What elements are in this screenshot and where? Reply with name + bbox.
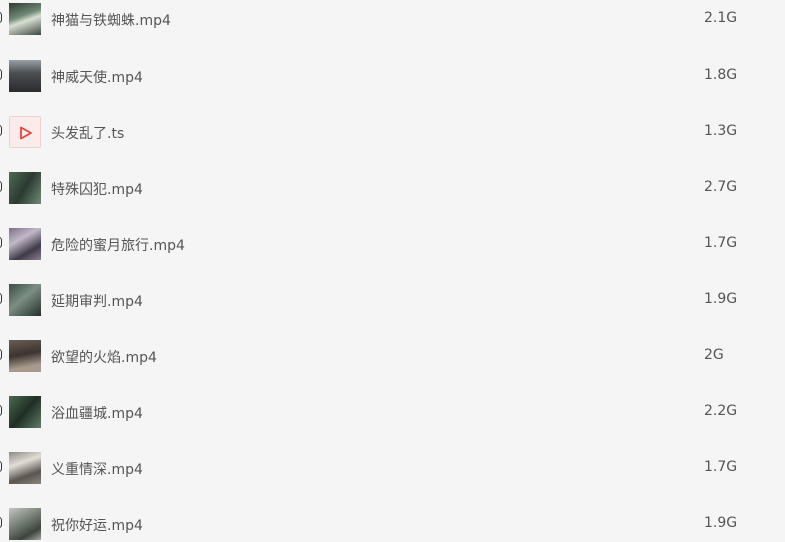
file-size: 1.9G	[704, 291, 738, 307]
video-thumbnail-icon	[9, 284, 41, 316]
file-row[interactable]: 义重情深.mp4 1.7G	[0, 449, 785, 505]
file-row[interactable]: 危险的蜜月旅行.mp4 1.7G	[0, 225, 785, 281]
file-row[interactable]: 欲望的火焰.mp4 2G	[0, 337, 785, 393]
file-row[interactable]: 延期审判.mp4 1.9G	[0, 281, 785, 337]
file-name[interactable]: 欲望的火焰.mp4	[51, 347, 157, 367]
video-thumbnail-icon	[9, 228, 41, 260]
file-size: 2.1G	[704, 10, 738, 26]
video-thumbnail-icon	[9, 452, 41, 484]
file-name[interactable]: 浴血疆城.mp4	[51, 403, 143, 423]
video-thumbnail-icon	[9, 396, 41, 428]
row-checkbox[interactable]	[0, 405, 2, 416]
row-checkbox[interactable]	[0, 349, 2, 360]
row-checkbox[interactable]	[0, 517, 2, 528]
file-name[interactable]: 神威天使.mp4	[51, 67, 143, 87]
file-size: 2.7G	[704, 179, 738, 195]
file-name[interactable]: 祝你好运.mp4	[51, 515, 143, 535]
file-size: 1.8G	[704, 67, 738, 83]
file-row[interactable]: 祝你好运.mp4 1.9G	[0, 505, 785, 542]
file-name[interactable]: 延期审判.mp4	[51, 291, 143, 311]
file-size: 1.9G	[704, 515, 738, 531]
video-thumbnail-icon	[9, 60, 41, 92]
file-row[interactable]: 浴血疆城.mp4 2.2G	[0, 393, 785, 449]
row-checkbox[interactable]	[0, 461, 2, 472]
row-checkbox[interactable]	[0, 69, 2, 80]
file-name[interactable]: 头发乱了.ts	[51, 123, 124, 143]
row-checkbox[interactable]	[0, 125, 2, 136]
video-thumbnail-icon	[9, 340, 41, 372]
play-file-icon	[9, 116, 41, 148]
row-checkbox[interactable]	[0, 181, 2, 192]
video-thumbnail-icon	[9, 508, 41, 540]
file-row[interactable]: 神猫与铁蜘蛛.mp4 2.1G	[0, 0, 785, 56]
row-checkbox[interactable]	[0, 12, 2, 23]
file-size: 2.2G	[704, 403, 738, 419]
file-name[interactable]: 神猫与铁蜘蛛.mp4	[51, 10, 171, 30]
file-name[interactable]: 危险的蜜月旅行.mp4	[51, 235, 185, 255]
file-size: 1.7G	[704, 235, 738, 251]
file-list: 神猫与铁蜘蛛.mp4 2.1G 神威天使.mp4 1.8G 头发乱了.ts 1.…	[0, 0, 785, 542]
play-triangle-icon	[20, 126, 32, 140]
video-thumbnail-icon	[9, 172, 41, 204]
file-row[interactable]: 特殊囚犯.mp4 2.7G	[0, 169, 785, 225]
row-checkbox[interactable]	[0, 237, 2, 248]
file-size: 2G	[704, 347, 724, 363]
file-size: 1.7G	[704, 459, 738, 475]
file-name[interactable]: 特殊囚犯.mp4	[51, 179, 143, 199]
row-checkbox[interactable]	[0, 293, 2, 304]
video-thumbnail-icon	[9, 3, 41, 35]
file-row[interactable]: 神威天使.mp4 1.8G	[0, 57, 785, 113]
file-name[interactable]: 义重情深.mp4	[51, 459, 143, 479]
file-row[interactable]: 头发乱了.ts 1.3G	[0, 113, 785, 169]
file-size: 1.3G	[704, 123, 738, 139]
